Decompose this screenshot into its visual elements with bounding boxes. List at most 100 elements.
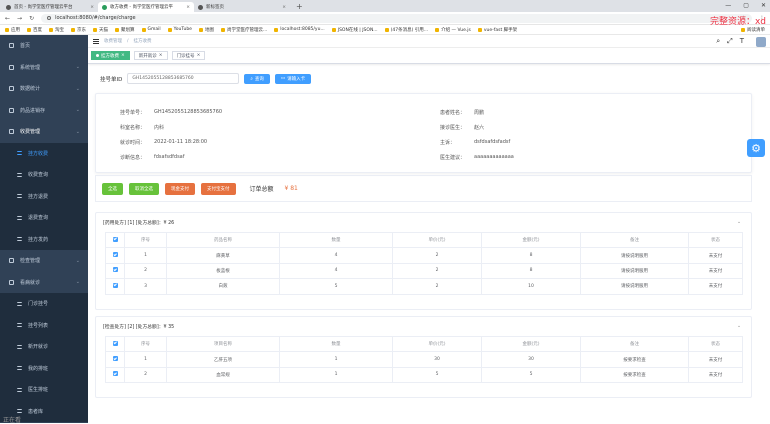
close-icon[interactable]: × [90,5,94,10]
row-select-cell[interactable] [105,247,125,264]
row-checkbox[interactable] [112,282,118,288]
table-row[interactable]: 1 乙肝五项 1 30 30 按要求检查 未支付 [105,351,743,368]
sidebar-item[interactable]: 收费查询 [0,164,88,186]
row-select-cell[interactable] [105,278,125,295]
gear-icon[interactable]: ⚙ [747,139,765,157]
sidebar-item[interactable]: 收费管理 ⌄ [0,121,88,143]
table-cell: 未支付 [688,278,743,295]
browser-tab-active[interactable]: 收方收费 - 尚学堂医疗管理云平 × [98,2,194,12]
chevron-down-icon[interactable]: ⌄ [737,220,741,225]
bookmark-item[interactable]: 淘宝 [49,27,64,33]
row-checkbox[interactable] [112,252,118,258]
select-all-label: 全选 [108,186,117,192]
back-icon[interactable]: ← [5,15,10,22]
row-checkbox[interactable] [112,267,118,273]
bookmark-item[interactable]: vue-fast 脚手架 [477,27,517,33]
sidebar-item[interactable]: 首页 [0,35,88,57]
cash-pay-button[interactable]: 现金支付 [165,182,195,195]
maximize-icon[interactable]: ▢ [743,2,749,9]
url-field[interactable]: localhost:8080/#/charge/charge ☆ [41,13,752,23]
sidebar-item[interactable]: 药品进销存 ⌄ [0,100,88,122]
prescription-table: 序号 药品名称 数量 单价(元) 金额(元) 备注 状态 1 麻黄草 4 2 8 请按说明服用 未支付 2 板… [105,231,743,295]
page-tab[interactable]: 新开就诊 × [133,51,168,60]
prescription-header[interactable]: [药用处方] [1] [处方总额]：¥ 26 ⌄ [96,213,751,232]
minimize-icon[interactable]: — [725,2,731,9]
sidebar-item[interactable]: 挂方发药 [0,228,88,250]
table-cell: 血常规 [166,366,280,384]
close-icon[interactable]: × [197,53,201,58]
close-window-icon[interactable]: ✕ [761,2,766,9]
bookmark-item[interactable]: 地图 [198,27,214,33]
bookmark-item[interactable]: Gmail [141,27,161,32]
bookmark-item[interactable]: 百度 [27,27,42,33]
breadcrumb-item[interactable]: 收费管理 [104,38,122,44]
bookmark-item[interactable]: localhost:8085/yu... [274,27,325,32]
sidebar-item[interactable]: 挂方收费 [0,142,88,164]
row-select-cell[interactable] [105,366,125,384]
bookmark-item[interactable]: 京东 [71,27,86,33]
reload-icon[interactable]: ↻ [29,15,34,22]
bookmark-item[interactable]: 应用 [5,27,20,33]
new-tab-button[interactable]: + [290,2,309,12]
browser-tab[interactable]: 新标签页 × [194,2,290,12]
search-icon[interactable]: ⌕ [716,37,720,46]
table-cell: 按要求检查 [580,351,689,368]
fullscreen-icon[interactable]: ⤢ [727,37,733,46]
sidebar-item[interactable]: 数据统计 ⌄ [0,78,88,100]
hamburger-icon[interactable] [93,38,99,44]
bookmark-item[interactable]: YouTube [167,27,192,32]
bookmark-item[interactable]: (47条消息) 引用... [384,27,428,33]
sidebar-item[interactable]: 门诊挂号 [0,293,88,315]
select-all-checkbox[interactable] [112,236,118,242]
row-checkbox[interactable] [112,371,118,377]
table-row[interactable]: 1 麻黄草 4 2 8 请按说明服用 未支付 [105,247,743,264]
bookmark-item[interactable]: 阅读清单 [741,27,765,33]
row-checkbox[interactable] [112,356,118,362]
close-icon[interactable]: × [282,5,286,10]
select-all-checkbox[interactable] [112,340,118,346]
read-card-button[interactable]: ▭ 请输入卡 [274,73,312,84]
bookmark-item[interactable]: 介绍 — Vue.js [435,27,471,33]
close-icon[interactable]: × [121,53,125,58]
row-select-cell[interactable] [105,262,125,280]
diagnosis-value: fdsafsdfdsaf [154,154,185,160]
table-cell: 请按说明服用 [580,247,689,264]
sidebar-item[interactable]: 看病就诊 ⌄ [0,272,88,294]
avatar[interactable] [756,37,766,47]
select-all-button[interactable]: 全选 [102,182,123,195]
row-select-cell[interactable] [105,351,125,368]
select-all-cell[interactable] [105,335,125,353]
sidebar-item[interactable]: 检查管理 ⌄ [0,250,88,272]
sidebar-item[interactable]: 挂号列表 [0,314,88,336]
sidebar-item[interactable]: 退费查询 [0,207,88,229]
sidebar-item[interactable]: 我的排班 [0,357,88,379]
select-all-cell[interactable] [105,231,125,249]
list-icon [17,194,22,199]
bookmark-item[interactable]: 天猫 [93,27,108,33]
close-icon[interactable]: × [186,5,190,10]
sidebar-item[interactable]: 医生排班 [0,379,88,401]
table-row[interactable]: 3 白蔹 5 2 10 请按说明服用 未支付 [105,278,743,295]
chevron-down-icon[interactable]: ⌄ [737,324,741,329]
table-cell: 3 [124,278,167,295]
table-row[interactable]: 2 板蓝根 4 2 8 请按说明服用 未支付 [105,262,743,280]
sidebar-item[interactable]: 新开就诊 [0,336,88,358]
page-tab[interactable]: 挂方收费 × [91,51,130,60]
alipay-button[interactable]: 支付宝支付 [201,182,236,195]
font-size-icon[interactable]: T [740,37,744,46]
bookmark-item[interactable]: 聚划算 [115,27,135,33]
visit-time-value: 2022-01-11 18:28:00 [154,139,208,145]
close-icon[interactable]: × [159,53,163,58]
page-tab[interactable]: 门诊挂号 × [171,51,206,60]
query-button[interactable]: ⌕ 查询 [244,73,270,84]
sidebar-item[interactable]: 系统管理 ⌄ [0,57,88,79]
sidebar-item[interactable]: 挂方退费 [0,185,88,207]
reg-id-input[interactable]: GH1452055128853685760 [127,73,240,84]
forward-icon[interactable]: → [17,15,22,22]
bookmark-item[interactable]: 尚学堂医疗管理云... [220,27,267,33]
browser-tab[interactable]: 首页 - 尚学堂医疗管理云平台 × [2,2,98,12]
deselect-all-button[interactable]: 取消全选 [129,182,159,195]
table-row[interactable]: 2 血常规 1 5 5 按要求检查 未支付 [105,366,743,384]
bookmark-item[interactable]: JSON在线 | JSON... [331,27,378,33]
prescription-header[interactable]: [检查处方] [2] [处方总额]：¥ 35 ⌄ [96,317,751,336]
